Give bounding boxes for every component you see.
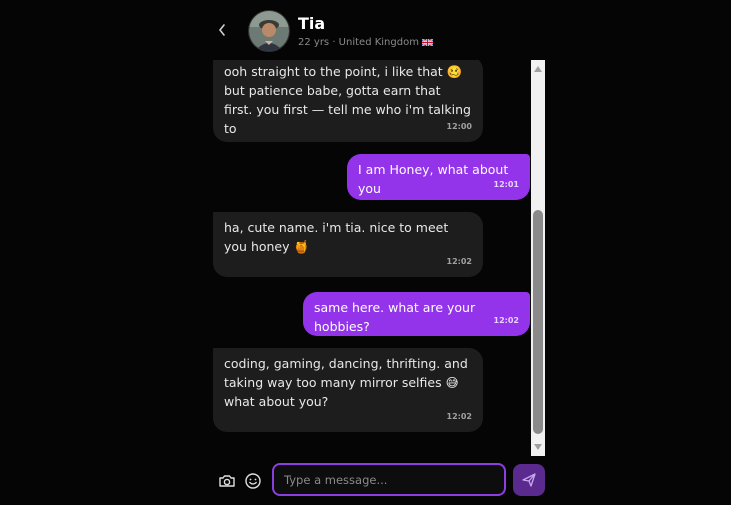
message-time: 12:02 xyxy=(446,257,472,266)
message-time: 12:02 xyxy=(493,316,519,325)
message-incoming: coding, gaming, dancing, thrifting. and … xyxy=(213,348,483,432)
triangle-down-icon xyxy=(534,444,542,450)
contact-meta: 22 yrs · United Kingdom xyxy=(298,37,433,48)
message-text: coding, gaming, dancing, thrifting. and … xyxy=(224,356,468,409)
chat-scrollbar[interactable] xyxy=(531,60,545,456)
camera-button[interactable] xyxy=(218,472,236,490)
message-time: 12:00 xyxy=(446,122,472,131)
scroll-thumb[interactable] xyxy=(533,210,543,434)
message-incoming: ooh straight to the point, i like that 🥴… xyxy=(213,60,483,142)
scroll-up-button[interactable] xyxy=(531,62,545,76)
message-composer xyxy=(212,456,545,505)
chevron-left-icon xyxy=(218,24,225,36)
emoji-button[interactable] xyxy=(244,472,262,490)
triangle-up-icon xyxy=(534,66,542,72)
send-icon xyxy=(522,473,536,487)
message-time: 12:02 xyxy=(446,412,472,421)
message-text: same here. what are your hobbies? xyxy=(314,300,476,334)
message-outgoing: I am Honey, what about you 12:01 xyxy=(347,154,530,200)
chat-header: Tia 22 yrs · United Kingdom xyxy=(212,6,545,58)
message-outgoing: same here. what are your hobbies? 12:02 xyxy=(303,292,530,336)
message-incoming: ha, cute name. i'm tia. nice to meet you… xyxy=(213,212,483,277)
message-time: 12:01 xyxy=(493,180,519,189)
smile-icon xyxy=(245,473,261,489)
back-button[interactable] xyxy=(212,20,232,40)
message-list[interactable]: ooh straight to the point, i like that 🥴… xyxy=(212,60,531,456)
scroll-down-button[interactable] xyxy=(531,440,545,454)
message-text: I am Honey, what about you xyxy=(358,162,509,196)
uk-flag-icon xyxy=(421,39,433,46)
contact-name: Tia xyxy=(298,14,326,33)
send-button[interactable] xyxy=(513,464,545,496)
message-text: ha, cute name. i'm tia. nice to meet you… xyxy=(224,220,449,254)
message-text: ooh straight to the point, i like that 🥴… xyxy=(224,64,471,136)
camera-icon xyxy=(219,475,235,487)
contact-meta-text: 22 yrs · United Kingdom xyxy=(298,37,419,48)
avatar[interactable] xyxy=(248,10,290,52)
message-input[interactable] xyxy=(272,463,506,496)
